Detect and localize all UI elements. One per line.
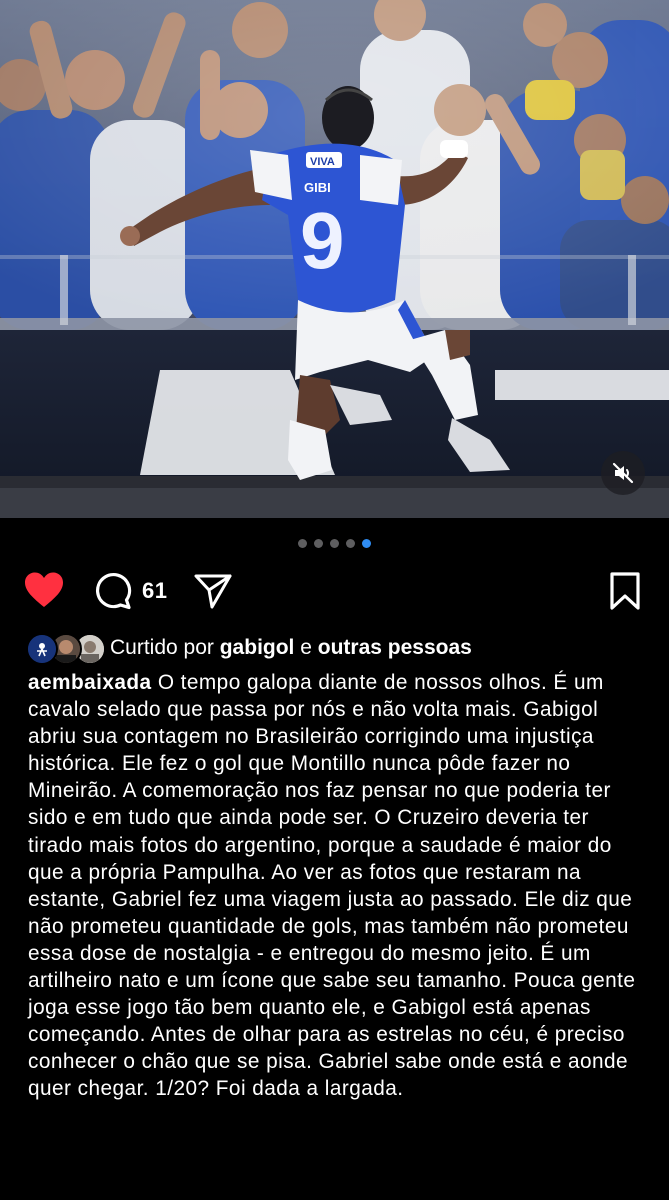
carousel-dot-active xyxy=(362,539,371,548)
carousel-dot xyxy=(314,539,323,548)
caption-text: O tempo galopa diante de nossos olhos. É… xyxy=(28,671,636,1101)
svg-text:9: 9 xyxy=(300,196,345,285)
mute-button[interactable] xyxy=(601,451,645,495)
like-button[interactable] xyxy=(22,570,66,610)
liked-by-text[interactable]: Curtido por gabigol e outras pessoas xyxy=(110,636,472,660)
liked-by-user[interactable]: gabigol xyxy=(220,636,295,659)
post-action-bar: 61 xyxy=(0,568,669,614)
comment-bubble-icon xyxy=(95,573,132,610)
heart-filled-icon xyxy=(25,572,63,607)
svg-text:GIBI: GIBI xyxy=(304,180,331,195)
liked-by-row[interactable]: Curtido por gabigol e outras pessoas xyxy=(26,632,646,665)
save-button[interactable] xyxy=(605,570,645,612)
comment-count[interactable]: 61 xyxy=(142,578,167,604)
caption-username[interactable]: aembaixada xyxy=(28,671,152,694)
liked-by-connector: e xyxy=(300,636,312,659)
liker-avatars xyxy=(26,632,106,665)
carousel-dot xyxy=(330,539,339,548)
speaker-muted-icon xyxy=(612,462,634,484)
avatar xyxy=(26,633,58,665)
player-celebration-image: 9 GIBI VIVA xyxy=(0,0,669,518)
svg-text:VIVA: VIVA xyxy=(310,156,335,168)
paper-plane-icon xyxy=(194,574,232,609)
share-button[interactable] xyxy=(192,570,234,612)
carousel-indicator xyxy=(0,539,669,548)
post-photo[interactable]: 9 GIBI VIVA xyxy=(0,0,669,518)
carousel-dot xyxy=(298,539,307,548)
post-caption: aembaixada O tempo galopa diante de noss… xyxy=(28,669,648,1103)
comment-button[interactable] xyxy=(92,570,134,612)
carousel-dot xyxy=(346,539,355,548)
liked-by-others[interactable]: outras pessoas xyxy=(318,636,472,659)
bookmark-icon xyxy=(610,572,640,610)
liked-by-prefix: Curtido por xyxy=(110,636,214,659)
